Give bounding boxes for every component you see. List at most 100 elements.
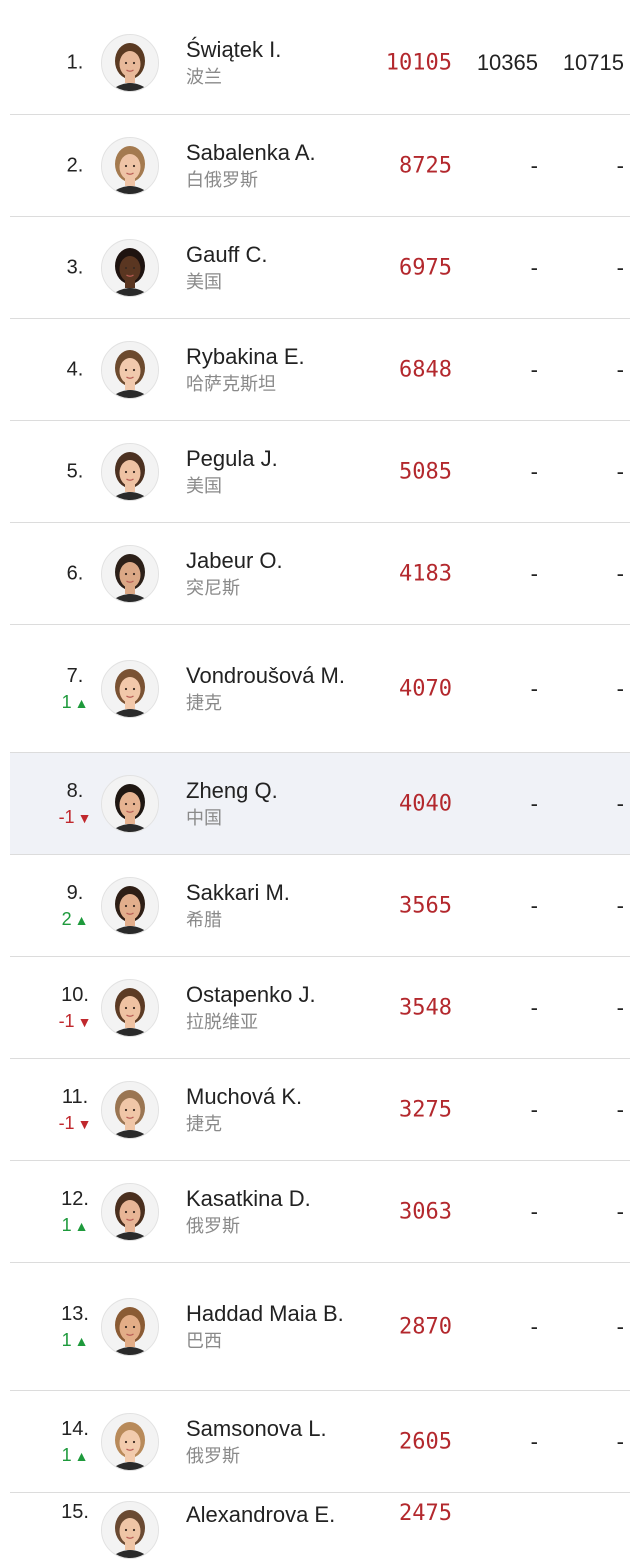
- rank-block: 13. 1 ▲: [40, 1303, 110, 1351]
- player-name[interactable]: Gauff C.: [186, 241, 366, 269]
- player-points: 10105: [385, 50, 452, 76]
- projected-points-2: -: [616, 994, 624, 1020]
- ranking-row[interactable]: 3. Gauff C. 美国 6975 - -: [10, 217, 630, 319]
- player-name[interactable]: Ostapenko J.: [186, 981, 366, 1009]
- player-name[interactable]: Jabeur O.: [186, 547, 366, 575]
- player-avatar: [101, 774, 159, 833]
- player-points: 3063: [399, 1199, 452, 1224]
- rank-number: 11.: [61, 1085, 89, 1108]
- ranking-row[interactable]: 8. -1 ▼ Zheng Q. 中国 4040 - -: [10, 753, 630, 855]
- player-avatar: [101, 442, 159, 501]
- ranking-row[interactable]: 11. -1 ▼ Muchová K. 捷克 3275 - -: [10, 1059, 630, 1161]
- arrow-down-icon: ▼: [77, 1115, 92, 1132]
- projected-points-1: -: [530, 560, 538, 586]
- player-avatar: [101, 238, 159, 297]
- projected-points-2: 10715: [562, 50, 624, 75]
- player-name[interactable]: Samsonova L.: [186, 1415, 366, 1443]
- ranking-row[interactable]: 4. Rybakina E. 哈萨克斯坦 6848 - -: [10, 319, 630, 421]
- ranking-row[interactable]: 7. 1 ▲ Vondroušová M. 捷克 4070 - -: [10, 625, 630, 753]
- projected-points-2: -: [616, 1428, 624, 1454]
- player-country: 波兰: [186, 67, 222, 87]
- player-avatar: [101, 876, 159, 935]
- player-info: Kasatkina D. 俄罗斯: [186, 1185, 366, 1239]
- rank-change: 1 ▲: [40, 1445, 110, 1466]
- rank-block: 9. 2 ▲: [40, 882, 110, 930]
- player-info: Ostapenko J. 拉脱维亚: [186, 981, 366, 1035]
- rank-number: 13.: [61, 1302, 89, 1325]
- player-points: 6848: [399, 357, 452, 382]
- rank-block: 5.: [40, 460, 110, 483]
- player-name[interactable]: Kasatkina D.: [186, 1185, 366, 1213]
- ranking-row[interactable]: 1. Świątek I. 波兰 10105 10365 10715: [10, 12, 630, 115]
- ranking-row[interactable]: 5. Pegula J. 美国 5085 - -: [10, 421, 630, 523]
- rank-number: 15.: [61, 1501, 89, 1523]
- player-info: Świątek I. 波兰: [186, 36, 366, 90]
- player-name[interactable]: Vondroušová M.: [186, 662, 366, 690]
- player-country: 俄罗斯: [186, 1445, 240, 1466]
- player-points: 2870: [399, 1314, 452, 1339]
- projected-points-1: -: [530, 152, 538, 178]
- rank-number: 2.: [66, 154, 84, 176]
- projected-points-2: -: [616, 254, 624, 280]
- projected-points-1: -: [530, 356, 538, 382]
- rank-number: 3.: [66, 256, 84, 278]
- ranking-row[interactable]: 6. Jabeur O. 突尼斯 4183 - -: [10, 523, 630, 625]
- rank-block: 10. -1 ▼: [40, 984, 110, 1032]
- rank-change: 2 ▲: [40, 909, 110, 930]
- player-points: 8725: [399, 153, 452, 178]
- ranking-row[interactable]: 15. Alexandrova E. 2475: [10, 1493, 630, 1559]
- projected-points-2: -: [616, 1198, 624, 1224]
- player-country: 哈萨克斯坦: [186, 373, 276, 394]
- rank-change: -1 ▼: [40, 1113, 110, 1134]
- player-name[interactable]: Pegula J.: [186, 445, 366, 473]
- projected-points-1: -: [530, 458, 538, 484]
- player-country: 中国: [186, 807, 222, 828]
- rank-block: 12. 1 ▲: [40, 1188, 110, 1236]
- player-name[interactable]: Haddad Maia B.: [186, 1300, 366, 1328]
- player-country: 捷克: [186, 692, 222, 713]
- projected-points-2: -: [616, 356, 624, 382]
- player-info: Alexandrova E.: [186, 1501, 366, 1529]
- rank-number: 10.: [61, 983, 89, 1006]
- player-name[interactable]: Alexandrova E.: [186, 1501, 366, 1529]
- player-name[interactable]: Sabalenka A.: [186, 139, 366, 167]
- player-name[interactable]: Zheng Q.: [186, 777, 366, 805]
- player-name[interactable]: Muchová K.: [186, 1083, 366, 1111]
- projected-points-1: -: [530, 1428, 538, 1454]
- player-info: Muchová K. 捷克: [186, 1083, 366, 1137]
- projected-points-1: -: [530, 790, 538, 816]
- projected-points-1: -: [530, 892, 538, 918]
- player-avatar: [101, 1501, 159, 1559]
- ranking-row[interactable]: 13. 1 ▲ Haddad Maia B. 巴西 2870 - -: [10, 1263, 630, 1391]
- player-avatar: [101, 1182, 159, 1241]
- rank-change-value: -1: [58, 806, 75, 827]
- rankings-list: 1. Świątek I. 波兰 10105 10365 10715 2. Sabalenka…: [0, 0, 640, 1559]
- ranking-row[interactable]: 14. 1 ▲ Samsonova L. 俄罗斯 2605 - -: [10, 1391, 630, 1493]
- player-points: 6975: [399, 255, 452, 280]
- player-points: 3565: [399, 893, 452, 918]
- player-avatar: [101, 978, 159, 1037]
- ranking-row[interactable]: 10. -1 ▼ Ostapenko J. 拉脱维亚 3548 - -: [10, 957, 630, 1059]
- player-country: 捷克: [186, 1113, 222, 1134]
- player-name[interactable]: Rybakina E.: [186, 343, 366, 371]
- rank-number: 7.: [66, 664, 84, 687]
- rank-change-value: 1: [61, 1444, 72, 1465]
- rank-number: 4.: [66, 358, 84, 380]
- player-name[interactable]: Świątek I.: [186, 36, 366, 64]
- rank-number: 12.: [61, 1187, 89, 1210]
- ranking-row[interactable]: 2. Sabalenka A. 白俄罗斯 8725 - -: [10, 115, 630, 217]
- player-info: Pegula J. 美国: [186, 445, 366, 499]
- player-points: 4070: [399, 676, 452, 701]
- player-info: Samsonova L. 俄罗斯: [186, 1415, 366, 1469]
- rank-number: 6.: [66, 562, 84, 584]
- player-points: 3275: [399, 1097, 452, 1122]
- projected-points-1: -: [530, 1198, 538, 1224]
- rank-block: 3.: [40, 256, 110, 279]
- arrow-up-icon: ▲: [74, 1332, 89, 1349]
- ranking-row[interactable]: 12. 1 ▲ Kasatkina D. 俄罗斯 3063 - -: [10, 1161, 630, 1263]
- player-name[interactable]: Sakkari M.: [186, 879, 366, 907]
- ranking-row[interactable]: 9. 2 ▲ Sakkari M. 希腊 3565 - -: [10, 855, 630, 957]
- player-info: Zheng Q. 中国: [186, 777, 366, 831]
- projected-points-1: -: [530, 994, 538, 1020]
- player-country: 巴西: [186, 1330, 222, 1351]
